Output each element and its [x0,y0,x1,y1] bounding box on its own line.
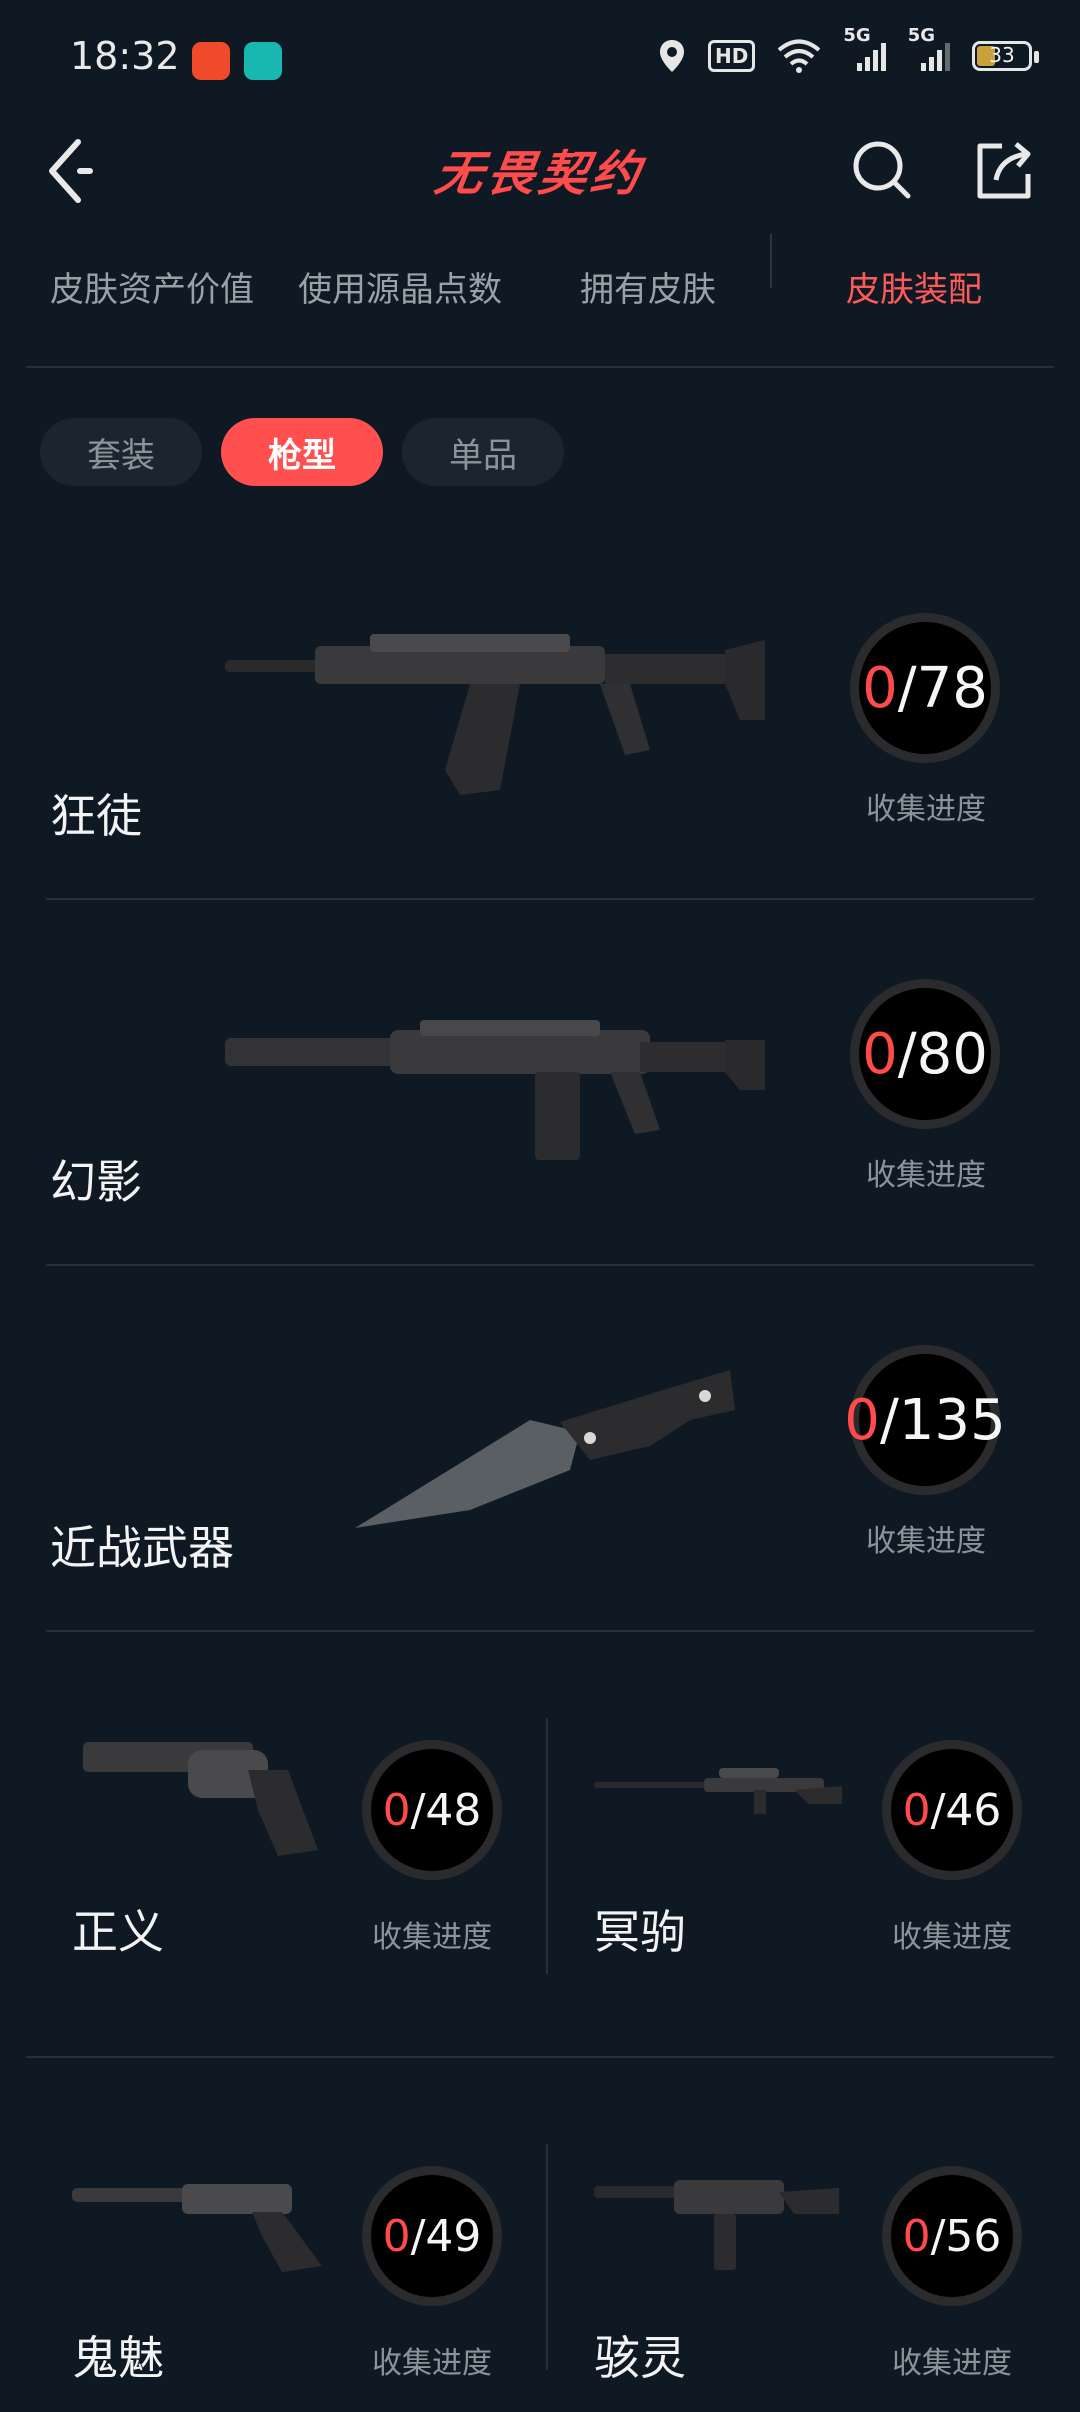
operator-sniper-icon [594,1768,842,1814]
battery-icon: 33 [972,41,1039,71]
progress-label: 收集进度 [892,2346,1012,2381]
location-icon [660,40,685,72]
header-divider [26,366,1054,368]
progress-ring: 0/56 [882,2166,1022,2306]
grid-divider [546,2144,548,2370]
weapon-name: 骇灵 [594,2331,686,2385]
filter-single-item[interactable]: 单品 [402,418,564,486]
progress-label: 收集进度 [372,2346,492,2381]
row-divider [46,898,1034,900]
wifi-icon [778,39,821,73]
hd-icon: HD [708,40,756,72]
signal-bars-icon [856,41,886,71]
sheriff-revolver-icon [83,1742,318,1856]
weapon-name: 鬼魅 [72,2331,164,2385]
tab-asset-value[interactable]: 皮肤资产价值 [50,262,254,311]
boss-app-icon [244,42,282,80]
progress-label: 收集进度 [866,1158,986,1193]
weapon-name: 近战武器 [50,1521,234,1575]
spectre-smg-icon [594,2180,839,2270]
filter-weapon-type[interactable]: 枪型 [221,418,383,486]
progress-ring: 0/80 [850,979,1000,1129]
share-icon[interactable] [972,138,1036,202]
row-divider [46,1630,1034,1632]
progress-label: 收集进度 [372,1920,492,1955]
progress-label: 收集进度 [866,792,986,827]
weapon-name: 幻影 [50,1155,142,1209]
status-time: 18:32 [70,34,180,78]
signal-5g-1: 5G [843,25,886,71]
search-icon[interactable] [850,138,914,202]
signal-5g-2: 5G [908,25,950,71]
notification-app-icon [192,42,230,80]
phantom-rifle-icon [225,1020,765,1160]
progress-label: 收集进度 [892,1920,1012,1955]
progress-ring: 0/49 [362,2166,502,2306]
vandal-rifle-icon [225,634,765,795]
progress-ring: 0/48 [362,1740,502,1880]
progress-label: 收集进度 [866,1524,986,1559]
grid-divider [546,1718,548,1974]
progress-ring: 0/78 [850,613,1000,763]
tab-points-used[interactable]: 使用源晶点数 [298,262,502,311]
tactical-knife-icon [355,1370,735,1528]
filter-bundle[interactable]: 套装 [40,418,202,486]
progress-ring: 0/135 [844,1345,1006,1495]
row-divider [26,2056,1054,2058]
signal-bars-icon [921,41,950,71]
weapon-name: 冥驹 [594,1905,686,1959]
ghost-pistol-icon [72,2184,322,2272]
tab-skin-loadout[interactable]: 皮肤装配 [846,262,982,311]
status-indicators: HD 5G 5G 33 [658,25,1039,74]
tab-owned-skins[interactable]: 拥有皮肤 [580,262,716,311]
weapon-name: 狂徒 [50,789,142,843]
tab-divider [770,234,772,288]
progress-ring: 0/46 [882,1740,1022,1880]
weapon-name: 正义 [72,1905,164,1959]
row-divider [46,1264,1034,1266]
app-title: 无畏契约 [431,146,648,202]
